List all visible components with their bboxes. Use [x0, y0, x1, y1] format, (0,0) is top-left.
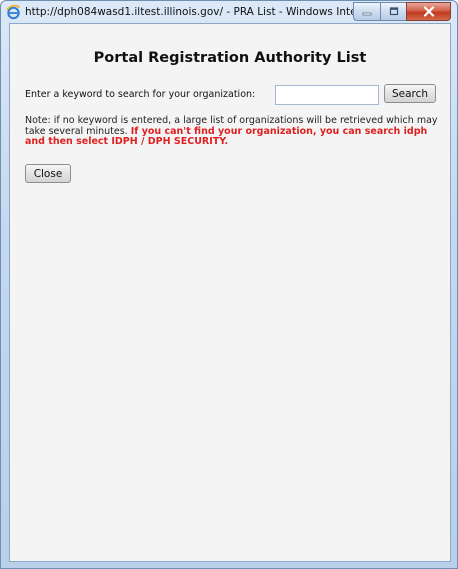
page-title: Portal Registration Authority List [93, 50, 367, 66]
close-icon [423, 6, 434, 17]
search-input[interactable] [275, 85, 379, 105]
minimize-button[interactable] [353, 2, 380, 21]
search-row: Enter a keyword to search for your organ… [25, 84, 445, 106]
close-window-button[interactable] [406, 2, 451, 21]
search-button[interactable]: Search [384, 84, 436, 103]
search-label: Enter a keyword to search for your organ… [25, 89, 256, 100]
browser-window: http://dph084wasd1.iltest.illinois.gov/ … [0, 0, 458, 569]
minimize-icon [362, 12, 372, 15]
window-controls [353, 2, 451, 21]
note-text: Note: if no keyword is entered, a large … [25, 115, 443, 148]
page-content: Portal Registration Authority List Enter… [9, 23, 451, 562]
internet-explorer-icon [6, 4, 21, 20]
window-title: http://dph084wasd1.iltest.illinois.gov/ … [25, 6, 355, 18]
title-bar[interactable]: http://dph084wasd1.iltest.illinois.gov/ … [1, 1, 457, 23]
maximize-icon [389, 7, 398, 16]
close-button[interactable]: Close [25, 164, 71, 183]
maximize-button[interactable] [380, 2, 406, 21]
